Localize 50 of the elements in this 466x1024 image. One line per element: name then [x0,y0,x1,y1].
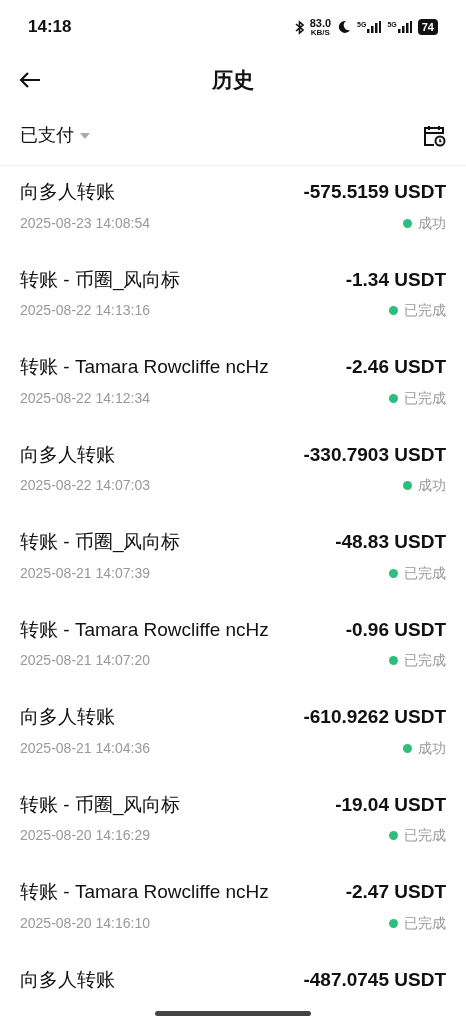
transaction-status: 已完成 [404,826,446,845]
transaction-time: 2025-08-22 14:13:16 [20,301,150,320]
signal-icon [397,21,412,33]
transaction-time: 2025-08-22 14:07:03 [20,476,150,495]
transaction-title: 转账 - 币圈_风向标 [20,792,181,818]
transaction-amount: -1.34 USDT [345,267,446,292]
status-time: 14:18 [28,16,72,39]
transaction-time: 2025-08-20 14:16:10 [20,913,150,933]
transaction-title: 转账 - Tamara Rowcliffe ncHz [20,880,269,904]
transaction-time: 2025-08-21 14:04:36 [20,738,150,758]
transaction-time: 2025-08-23 14:08:54 [20,213,150,233]
bluetooth-icon [294,19,304,35]
transaction-amount: -48.83 USDT [335,530,446,554]
network-speed: 83.0 [309,17,332,29]
transaction-title: 向多人转账 [20,705,115,729]
battery-indicator: 74 [417,19,438,35]
caret-icon [80,132,90,139]
moon-icon [337,20,352,34]
transaction-status: 成功 [418,213,446,233]
transaction-status: 成功 [418,476,446,495]
transaction-amount: -330.7903 USDT [303,442,446,467]
transaction-time: 2025-08-22 14:12:34 [20,388,150,408]
calendar-icon[interactable] [422,123,446,148]
transaction-amount: -610.9262 USDT [303,705,446,729]
transaction-amount: -0.96 USDT [345,617,446,642]
transaction-status: 已完成 [404,651,446,670]
transaction-title: 转账 - Tamara Rowcliffe ncHz [20,617,269,642]
transaction-status: 已完成 [404,563,446,583]
transaction-amount: -487.0745 USDT [303,967,446,992]
transaction-title: 向多人转账 [20,180,115,204]
transaction-status: 已完成 [404,388,446,408]
transaction-time: 2025-08-21 14:07:20 [20,651,150,670]
transaction-title: 转账 - 币圈_风向标 [20,530,181,555]
transaction-title: 向多人转账 [20,442,115,467]
transaction-title: 向多人转账 [20,967,115,992]
transaction-title: 转账 - 币圈_风向标 [20,267,181,293]
transaction-amount: -575.5159 USDT [303,180,446,204]
transaction-amount: -2.46 USDT [345,355,446,379]
transaction-time: 2025-08-21 14:07:39 [20,563,150,583]
transaction-status: 已完成 [404,913,446,933]
signal-icon [367,21,382,33]
transaction-amount: -19.04 USDT [335,792,446,817]
transaction-status: 成功 [418,738,446,758]
status-filter-dropdown[interactable]: 已支付 [20,122,90,149]
speed-unit: KB/S [310,28,330,37]
transaction-status: 已完成 [404,301,446,320]
transaction-time: 2025-08-20 14:16:29 [20,826,150,845]
transaction-title: 转账 - Tamara Rowcliffe ncHz [20,355,269,379]
transaction-amount: -2.47 USDT [345,880,446,904]
page-title: 历史 [212,67,254,94]
